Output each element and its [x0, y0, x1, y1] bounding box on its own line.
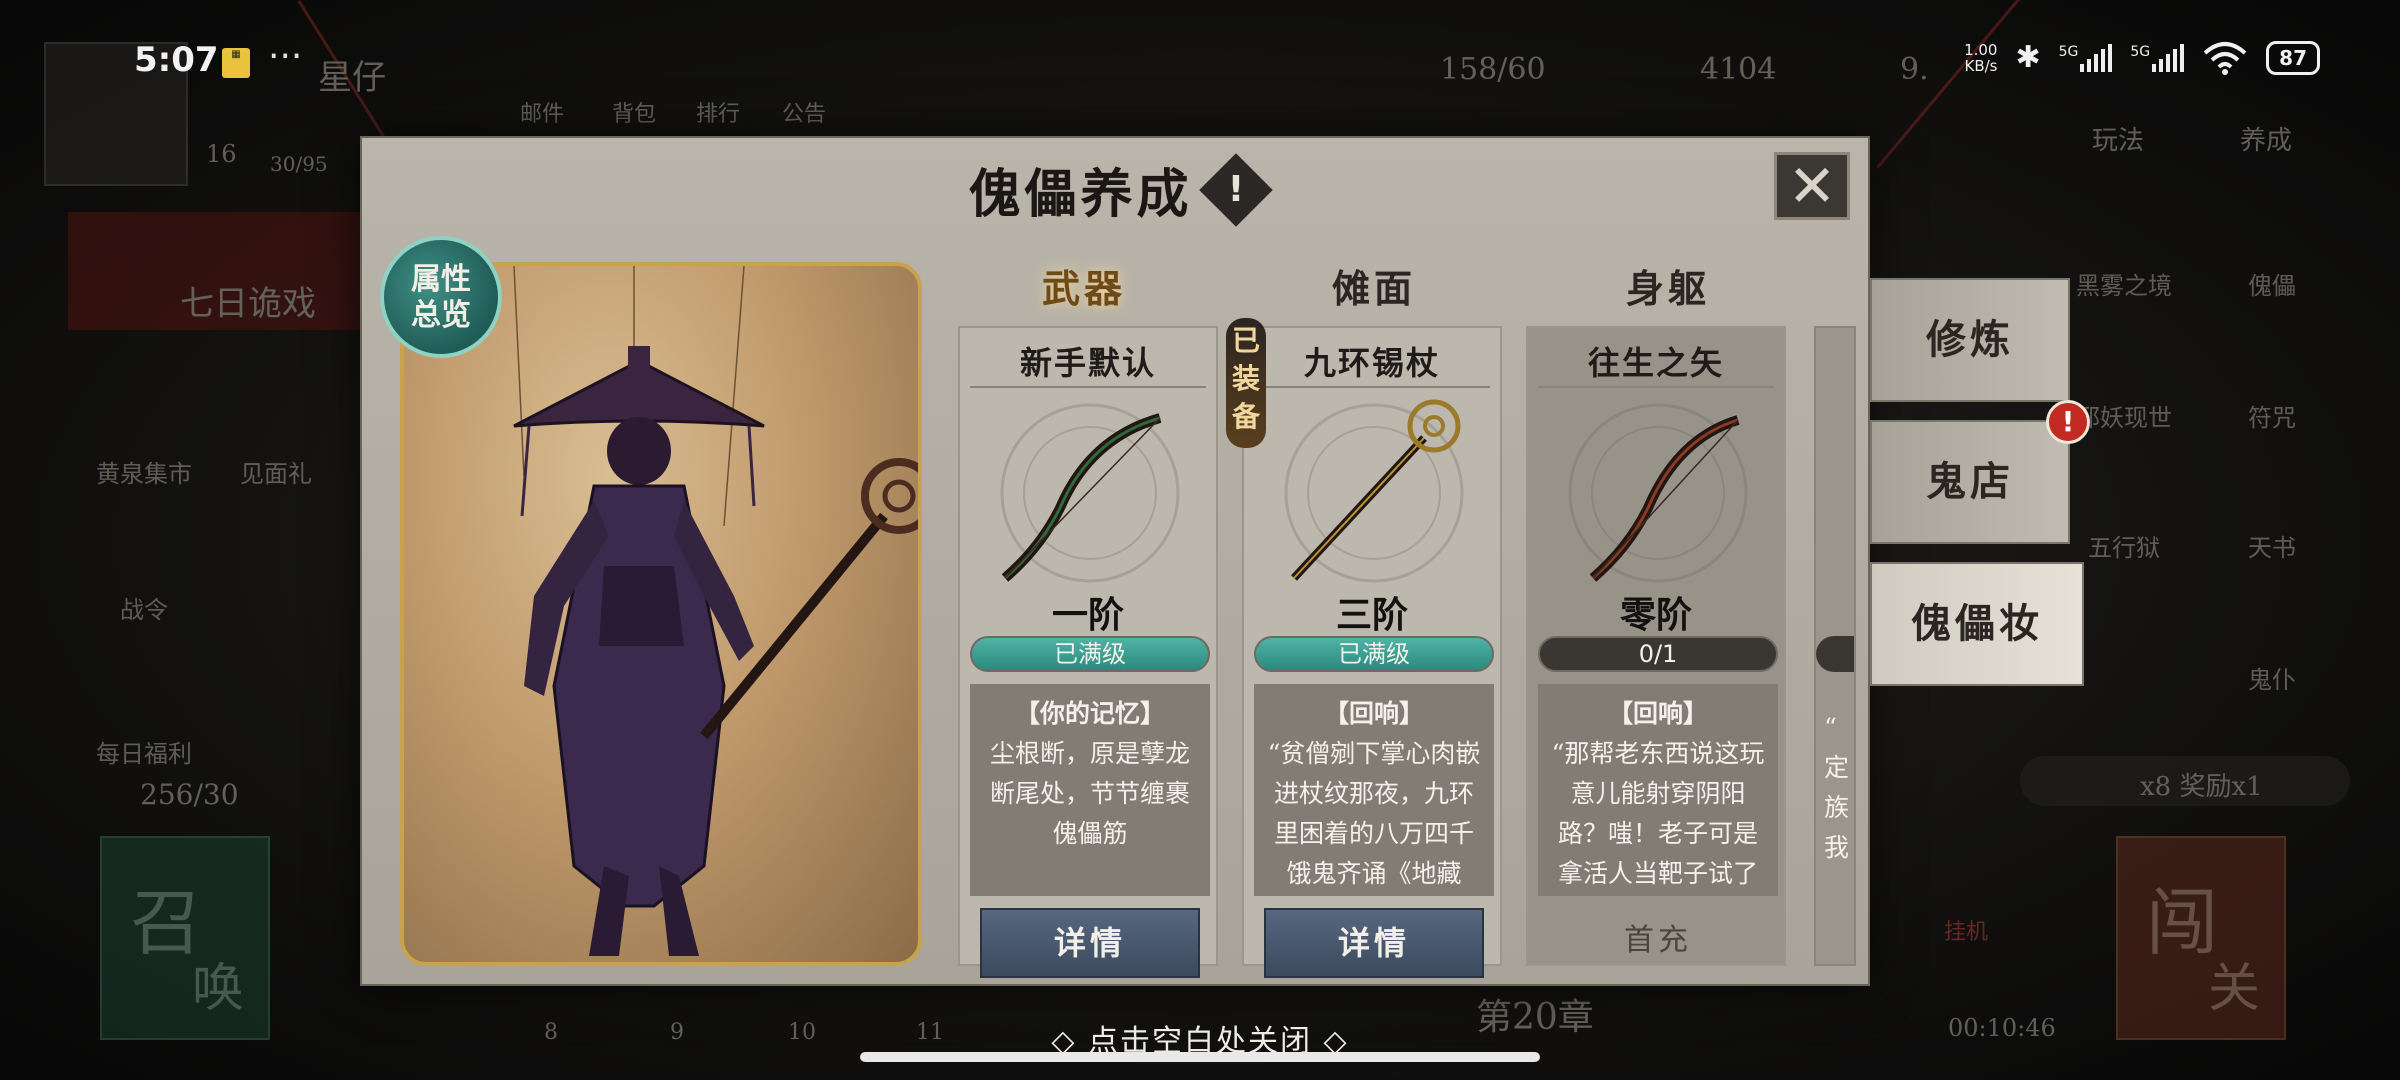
icon-prison-label[interactable]: 五行狱: [2054, 528, 2194, 563]
divider: [1254, 386, 1490, 388]
puppet-portrait: [400, 262, 922, 966]
icon-talisman-label[interactable]: 符咒: [2202, 398, 2342, 433]
puppet-figure-illustration: [513, 266, 918, 956]
icon-servant-label[interactable]: 鬼仆: [2202, 660, 2342, 695]
info-icon[interactable]: !: [1198, 152, 1273, 227]
icon-book-label[interactable]: 天书: [2202, 528, 2342, 563]
tab-mask[interactable]: 傩面: [1332, 258, 1416, 313]
modal-header: 傀儡养成 !: [362, 152, 1868, 227]
currency-jade: 9.: [1900, 52, 1929, 87]
weapon-tier: 零阶: [1619, 594, 1692, 636]
weapon-level-status: 已满级: [970, 636, 1210, 672]
weapon-card[interactable]: 新手默认 一阶 已满级 【你的记忆】 尘根断，原是孽龙断尾处，节节缠裹傀儡筋 详…: [958, 326, 1218, 978]
home-indicator[interactable]: [860, 1052, 1540, 1062]
attr-badge-line1: 属性: [411, 262, 471, 297]
weapon-image: [980, 398, 1200, 588]
desc-partial: “ 定 族 我: [1824, 708, 1849, 868]
bow-icon: [1568, 403, 1748, 583]
menu-notice[interactable]: 公告: [782, 96, 826, 128]
equipped-badge: 已装备: [1226, 318, 1266, 448]
tab-weapon[interactable]: 武器: [1042, 258, 1126, 313]
desc-title: 【回响】: [1607, 699, 1708, 728]
game-screen: 星仔 16 30/95 邮件 背包 排行 公告 158/60 4104 9. 七…: [0, 0, 2400, 1080]
battle-small: 关: [2208, 959, 2261, 1019]
details-button[interactable]: 详情: [1264, 908, 1484, 978]
icon-daily-label[interactable]: 每日福利: [74, 734, 214, 769]
weapon-description: 【回响】 “那帮老东西说这玩意儿能射穿阴阳路？嗤！老子可是拿活人当靶子试了: [1538, 684, 1778, 896]
bow-icon: [1000, 403, 1180, 583]
player-tag: 星仔: [318, 58, 386, 98]
weapon-description: 【你的记忆】 尘根断，原是孽龙断尾处，节节缠裹傀儡筋: [970, 684, 1210, 896]
desc-text: “那帮老东西说这玩意儿能射穿阴阳路？嗤！老子可是拿活人当靶子试了: [1551, 739, 1765, 888]
side-tab-puppet-makeup[interactable]: 傀儡妆: [1870, 562, 2084, 686]
details-button[interactable]: 详情: [980, 908, 1200, 978]
weapon-level-status: 0/1: [1538, 636, 1778, 672]
player-level: 16: [206, 140, 237, 168]
close-button[interactable]: ✕: [1774, 152, 1850, 220]
weapon-name: 往生之矢: [1587, 344, 1724, 382]
desc-partial-char: 定: [1824, 753, 1850, 782]
desc-partial-char: 族: [1824, 793, 1850, 822]
tab-body[interactable]: 身躯: [1626, 258, 1710, 313]
divider: [1538, 386, 1774, 388]
icon-market-label[interactable]: 黄泉集市: [74, 454, 214, 489]
desc-title: 【回响】: [1323, 699, 1424, 728]
tab-play[interactable]: 玩法: [2092, 120, 2144, 157]
weapon-image: [1548, 398, 1768, 588]
modal-title: 傀儡养成: [968, 164, 1193, 225]
summon-small: 唤: [192, 959, 245, 1019]
summon-button[interactable]: 召 唤: [100, 836, 270, 1040]
icon-puppet-label[interactable]: 傀儡: [2202, 266, 2342, 301]
weapon-card-partial[interactable]: “ 定 族 我: [1814, 326, 1856, 966]
weapon-card[interactable]: 往生之矢 零阶 0/1 【回响】 “那帮老东西说这玩意儿能射穿阴阳路？嗤！老子可…: [1526, 326, 1786, 966]
player-avatar[interactable]: [44, 42, 188, 186]
weapon-tier: 一阶: [1051, 594, 1124, 636]
desc-title: 【你的记忆】: [1014, 699, 1165, 728]
staff-icon: [1284, 399, 1464, 583]
weapon-image: [1264, 398, 1484, 588]
tab-growth[interactable]: 养成: [2240, 120, 2292, 157]
menu-mail[interactable]: 邮件: [520, 96, 564, 128]
weapon-name: 九环锡杖: [1303, 344, 1440, 382]
weapon-name: 新手默认: [1019, 344, 1156, 382]
currency-stamina: 158/60: [1440, 52, 1546, 87]
weapon-level-status: 已满级: [1254, 636, 1494, 672]
alert-icon: !: [2046, 400, 2090, 444]
player-exp: 30/95: [270, 152, 328, 176]
currency-gold: 4104: [1700, 52, 1777, 87]
reward-text: x8 奖励x1: [2140, 772, 2263, 802]
desc-partial-char: “: [1824, 713, 1837, 742]
idle-label: 挂机: [1944, 920, 1989, 945]
menu-bag[interactable]: 背包: [612, 96, 656, 128]
icon-fog-label[interactable]: 黑雾之境: [2054, 266, 2194, 301]
icon-gift-label[interactable]: 见面礼: [206, 454, 346, 489]
puppet-growth-modal: 傀儡养成 ! ✕ 属性 总览 武器 傩面 身躯 新手默认 一阶 已满级 【你的记…: [360, 136, 1870, 986]
menu-rank[interactable]: 排行: [696, 96, 740, 128]
first-recharge-button[interactable]: 首充: [1548, 908, 1768, 978]
attr-badge-line2: 总览: [411, 298, 471, 333]
battle-button[interactable]: 闯 关: [2116, 836, 2286, 1040]
desc-partial-char: 我: [1824, 833, 1850, 862]
event-banner-text: 七日诡戏: [180, 284, 316, 324]
bag-count: 256/30: [140, 778, 239, 811]
side-tab-ghost-shop[interactable]: 鬼店: [1870, 420, 2070, 544]
level-pill-partial: [1816, 636, 1854, 672]
desc-text: 尘根断，原是孽龙断尾处，节节缠裹傀儡筋: [989, 739, 1190, 848]
weapon-description: 【回响】 “贫僧剜下掌心肉嵌进杖纹那夜，九环里困着的八万四千饿鬼齐诵《地藏: [1254, 684, 1494, 896]
desc-text: “贫僧剜下掌心肉嵌进杖纹那夜，九环里困着的八万四千饿鬼齐诵《地藏: [1267, 739, 1481, 888]
icon-pass-label[interactable]: 战令: [74, 590, 214, 625]
side-tab-cultivate[interactable]: 修炼: [1870, 278, 2070, 402]
red-string: [1876, 0, 2020, 169]
weapon-tier: 三阶: [1335, 594, 1408, 636]
attribute-overview-button[interactable]: 属性 总览: [380, 236, 502, 358]
info-icon-glyph: !: [1227, 168, 1244, 210]
divider: [970, 386, 1206, 388]
weapon-card[interactable]: 九环锡杖 三阶 已满级 【回响】 “贫僧剜下掌心肉嵌进杖纹那夜，九环里困着的八万…: [1242, 326, 1502, 978]
